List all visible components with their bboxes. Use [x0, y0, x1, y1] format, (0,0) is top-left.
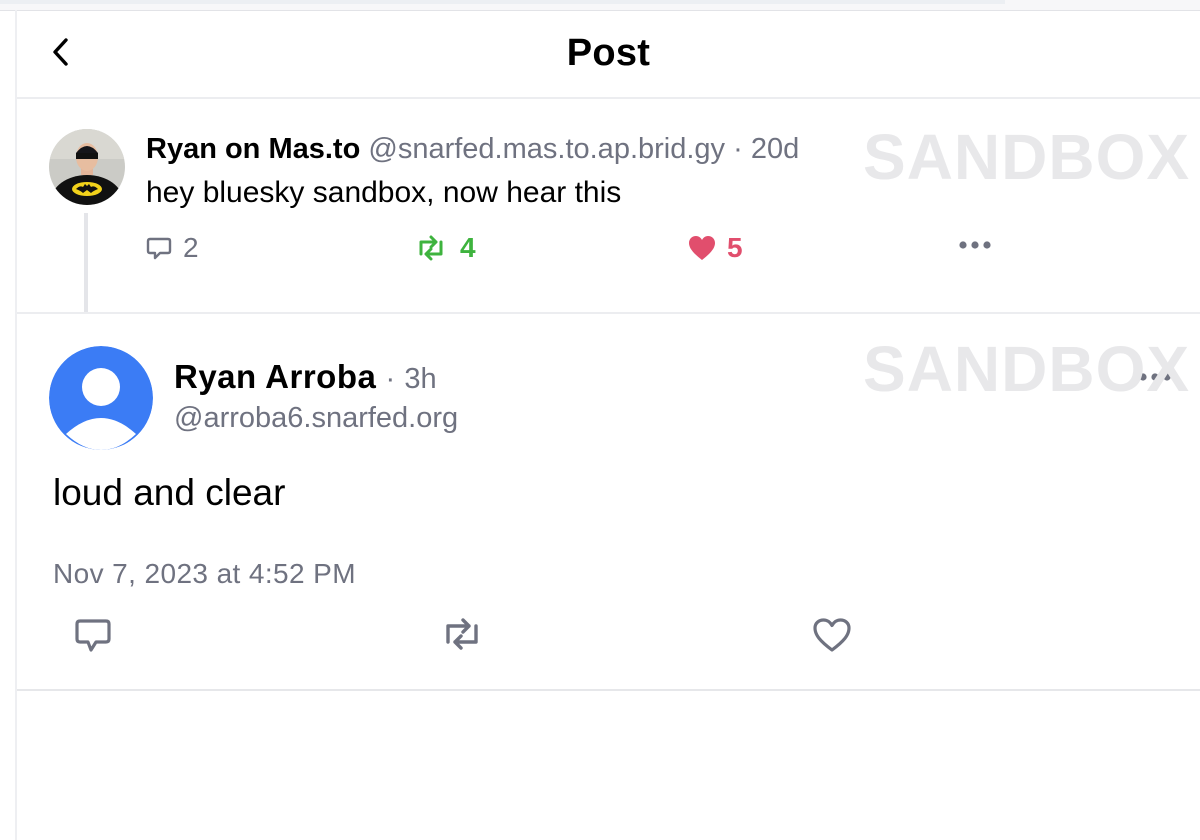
- sandbox-watermark: SANDBOX: [863, 121, 1191, 193]
- main-post-time[interactable]: 3h: [404, 363, 436, 395]
- main-author-name[interactable]: Ryan Arroba: [174, 358, 376, 395]
- page-header: Post: [17, 11, 1200, 99]
- parent-post-header: Ryan on Mas.to @snarfed.mas.to.ap.brid.g…: [146, 133, 799, 166]
- main-reply-button[interactable]: [73, 616, 113, 659]
- repost-icon: [419, 235, 443, 261]
- main-like-button[interactable]: [811, 616, 853, 659]
- main-post-timestamp: Nov 7, 2023 at 4:52 PM: [53, 558, 356, 589]
- main-author-handle[interactable]: @arroba6.snarfed.org: [174, 402, 458, 435]
- parent-author-name[interactable]: Ryan on Mas.to: [146, 133, 360, 165]
- parent-reply-button[interactable]: 2: [145, 232, 199, 264]
- parent-like-count: 5: [727, 232, 743, 263]
- parent-reply-count: 2: [183, 232, 199, 263]
- main-post-text: loud and clear: [53, 472, 286, 513]
- thread-connector-line: [84, 213, 88, 312]
- parent-like-button[interactable]: 5: [687, 232, 743, 264]
- batman-avatar-icon: [49, 129, 125, 205]
- main-author-avatar[interactable]: [49, 346, 153, 450]
- browser-top-strip: [0, 0, 1200, 11]
- heart-outline-icon: [813, 618, 851, 652]
- top-strip-fill: [0, 0, 1005, 4]
- more-dots-icon: [959, 241, 991, 249]
- parent-repost-button[interactable]: 4: [412, 232, 476, 264]
- comment-icon: [146, 237, 172, 260]
- repost-icon: [446, 618, 478, 650]
- main-repost-button[interactable]: [437, 616, 487, 657]
- default-user-avatar-icon: [49, 346, 153, 450]
- parent-separator: ·: [733, 133, 743, 165]
- parent-more-options-button[interactable]: [957, 239, 993, 251]
- page-title: Post: [566, 32, 651, 74]
- parent-post-text: hey bluesky sandbox, now hear this: [146, 176, 622, 209]
- main-post-header: Ryan Arroba · 3h: [174, 358, 437, 396]
- sandbox-watermark: SANDBOX: [863, 333, 1191, 405]
- comment-icon: [75, 619, 111, 652]
- main-separator: ·: [385, 363, 396, 395]
- parent-post-time[interactable]: 20d: [751, 133, 799, 165]
- heart-filled-icon: [689, 236, 715, 260]
- parent-author-avatar[interactable]: [49, 129, 125, 205]
- parent-repost-count: 4: [460, 232, 476, 263]
- parent-author-handle[interactable]: @snarfed.mas.to.ap.brid.gy: [368, 133, 725, 165]
